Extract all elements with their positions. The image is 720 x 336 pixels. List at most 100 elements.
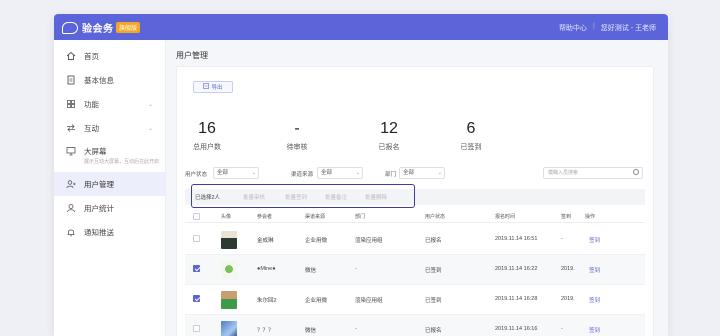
- row-checkbox[interactable]: [193, 295, 200, 302]
- source: 微信: [305, 268, 317, 274]
- export-button[interactable]: 导出: [193, 81, 233, 93]
- batch-remark-button[interactable]: 批量备注: [325, 193, 347, 201]
- column-header: 用户状态: [425, 214, 446, 220]
- table-header: 头像 参会者 渠道来源 部门 用户状态 报名时间 签到 操作: [185, 211, 645, 223]
- sidebar-item-label: 通知推送: [84, 227, 114, 237]
- divider: |: [592, 23, 595, 30]
- sidebar-item-big-screen[interactable]: 大屏幕 展示互动大屏幕，互动后在此开启: [54, 140, 165, 172]
- checkin-time: -: [561, 326, 563, 332]
- checkin-action-link[interactable]: 签到: [589, 296, 600, 304]
- sidebar-item-user-stats[interactable]: 用户统计: [54, 196, 165, 220]
- search-input[interactable]: 模糊入员搜索: [543, 167, 643, 179]
- chevron-down-icon: ⌄: [355, 170, 360, 176]
- sidebar-item-basic-info[interactable]: 基本信息: [54, 68, 165, 92]
- logo[interactable]: 验会务: [62, 20, 114, 35]
- select-value: 全部: [321, 170, 333, 176]
- sidebar-item-user-management[interactable]: 用户管理: [54, 172, 165, 196]
- sidebar-item-label: 用户管理: [84, 179, 114, 189]
- stat-value: 6: [466, 120, 476, 137]
- user-stats-icon: [66, 203, 76, 213]
- avatar: [221, 261, 237, 279]
- column-header: 渠道来源: [305, 214, 326, 220]
- column-header: 参会者: [257, 214, 273, 220]
- select-value: 全部: [217, 170, 229, 176]
- grid-icon: [66, 99, 76, 109]
- column-header: 头像: [221, 214, 232, 220]
- checkin-action-link[interactable]: 签到: [589, 326, 600, 334]
- stat-registered: 12 已报名: [359, 119, 419, 152]
- column-header: 部门: [355, 214, 366, 220]
- table-row[interactable]: 朱尔回2 企业用微 渲染应用组 已签到 2019.11.14 16:28 201…: [185, 285, 645, 315]
- screen-icon: [66, 146, 76, 156]
- batch-delete-button[interactable]: 批量删除: [365, 193, 387, 201]
- stat-label: 总用户数: [193, 144, 221, 151]
- sidebar-item-notifications[interactable]: 通知推送: [54, 220, 165, 244]
- column-header: 签到: [561, 214, 572, 220]
- sidebar-item-label: 首页: [84, 51, 99, 61]
- user-status: 已报名: [425, 238, 442, 244]
- help-center-link[interactable]: 帮助中心: [559, 23, 587, 33]
- stat-value: 16: [198, 120, 216, 137]
- stat-label: 待审核: [286, 144, 308, 151]
- stat-label: 已签到: [460, 144, 482, 151]
- user-status: 已签到: [425, 298, 442, 304]
- source: 微信: [305, 328, 317, 334]
- sidebar-item-home[interactable]: 首页: [54, 44, 165, 68]
- top-right-menu: 帮助中心 | 您好测试 - 王老师: [559, 23, 656, 33]
- checkin-action-link[interactable]: 签到: [589, 236, 600, 244]
- search-placeholder: 模糊入员搜索: [548, 170, 579, 176]
- select-all-checkbox[interactable]: [193, 213, 200, 220]
- sidebar-item-features[interactable]: 功能 ⌄: [54, 92, 165, 116]
- batch-actions-bar: 已选择2人 批量审核 批量签到 批量备注 批量删除: [185, 184, 645, 208]
- sidebar-item-label: 大屏幕: [84, 147, 107, 156]
- export-icon: [203, 83, 210, 91]
- checkin-action-link[interactable]: 签到: [589, 266, 600, 274]
- sidebar-item-subtitle: 展示互动大屏幕，互动后在此开启: [84, 159, 160, 165]
- document-icon: [66, 75, 76, 85]
- source-filter-select[interactable]: 全部 ⌄: [317, 167, 363, 179]
- checkin-time: -: [561, 236, 563, 242]
- edition-badge: 旗舰版: [116, 22, 141, 33]
- department: 渲染应用组: [355, 238, 383, 244]
- app-window: 验会务 旗舰版 帮助中心 | 您好测试 - 王老师 首页 基本信息 功能 ⌄ 互…: [54, 14, 668, 336]
- bell-icon: [66, 227, 76, 237]
- logo-icon: [62, 21, 78, 34]
- sidebar-item-text: 大屏幕 展示互动大屏幕，互动后在此开启: [84, 146, 159, 166]
- stat-value: 12: [380, 120, 398, 137]
- table-row[interactable]: 金成琳 企业用微 渲染应用组 已报名 2019.11.14 16:51 - 签到: [185, 225, 645, 255]
- sidebar-item-label: 功能: [84, 99, 99, 109]
- table-row[interactable]: ●Mine● 微信 - 已签到 2019.11.14 16:22 2019. 签…: [185, 255, 645, 285]
- chevron-down-icon: ⌄: [251, 170, 256, 176]
- participant-name: 朱尔回2: [257, 298, 277, 304]
- select-value: 全部: [403, 170, 415, 176]
- export-label: 导出: [211, 85, 223, 91]
- home-icon: [66, 51, 76, 61]
- user-menu[interactable]: 您好测试 - 王老师: [601, 23, 656, 33]
- chevron-down-icon: ⌄: [437, 170, 442, 176]
- sidebar-item-label: 用户统计: [84, 203, 114, 213]
- department: -: [355, 326, 357, 332]
- chevron-down-icon: ⌄: [147, 102, 153, 108]
- source: 企业用微: [305, 238, 328, 244]
- row-checkbox[interactable]: [193, 325, 200, 332]
- batch-review-button[interactable]: 批量审核: [243, 193, 265, 201]
- sidebar-item-interaction[interactable]: 互动 ⌄: [54, 116, 165, 140]
- table-row[interactable]: ？？？ 微信 - 已报名 2019.11.14 16:16 - 签到: [185, 315, 645, 336]
- logo-text: 验会务: [82, 24, 114, 35]
- source: 企业用微: [305, 298, 328, 304]
- main-content: 用户管理 导出 16 总用户数 - 待审核 12 已报名 6 已签到 用户状态 …: [166, 40, 668, 336]
- stat-value: -: [294, 120, 300, 137]
- register-time: 2019.11.14 16:16: [495, 326, 538, 332]
- dept-filter-select[interactable]: 全部 ⌄: [399, 167, 445, 179]
- batch-checkin-button[interactable]: 批量签到: [285, 193, 307, 201]
- row-checkbox[interactable]: [193, 235, 200, 242]
- avatar: [221, 321, 237, 336]
- row-checkbox[interactable]: [193, 265, 200, 272]
- status-filter-select[interactable]: 全部 ⌄: [213, 167, 259, 179]
- participant-name: ？？？: [257, 328, 274, 334]
- filter-bar: 用户状态 全部 ⌄ 渠道来源 全部 ⌄ 部门 全部 ⌄ 模糊入员搜索: [183, 167, 643, 181]
- sidebar-item-label: 互动: [84, 123, 99, 133]
- participant-name: ●Mine●: [257, 266, 276, 272]
- stat-pending-review: - 待审核: [267, 119, 327, 152]
- sidebar: 首页 基本信息 功能 ⌄ 互动 ⌄ 大屏幕 展示互动大屏幕，互动后在此开启 用户…: [54, 40, 166, 336]
